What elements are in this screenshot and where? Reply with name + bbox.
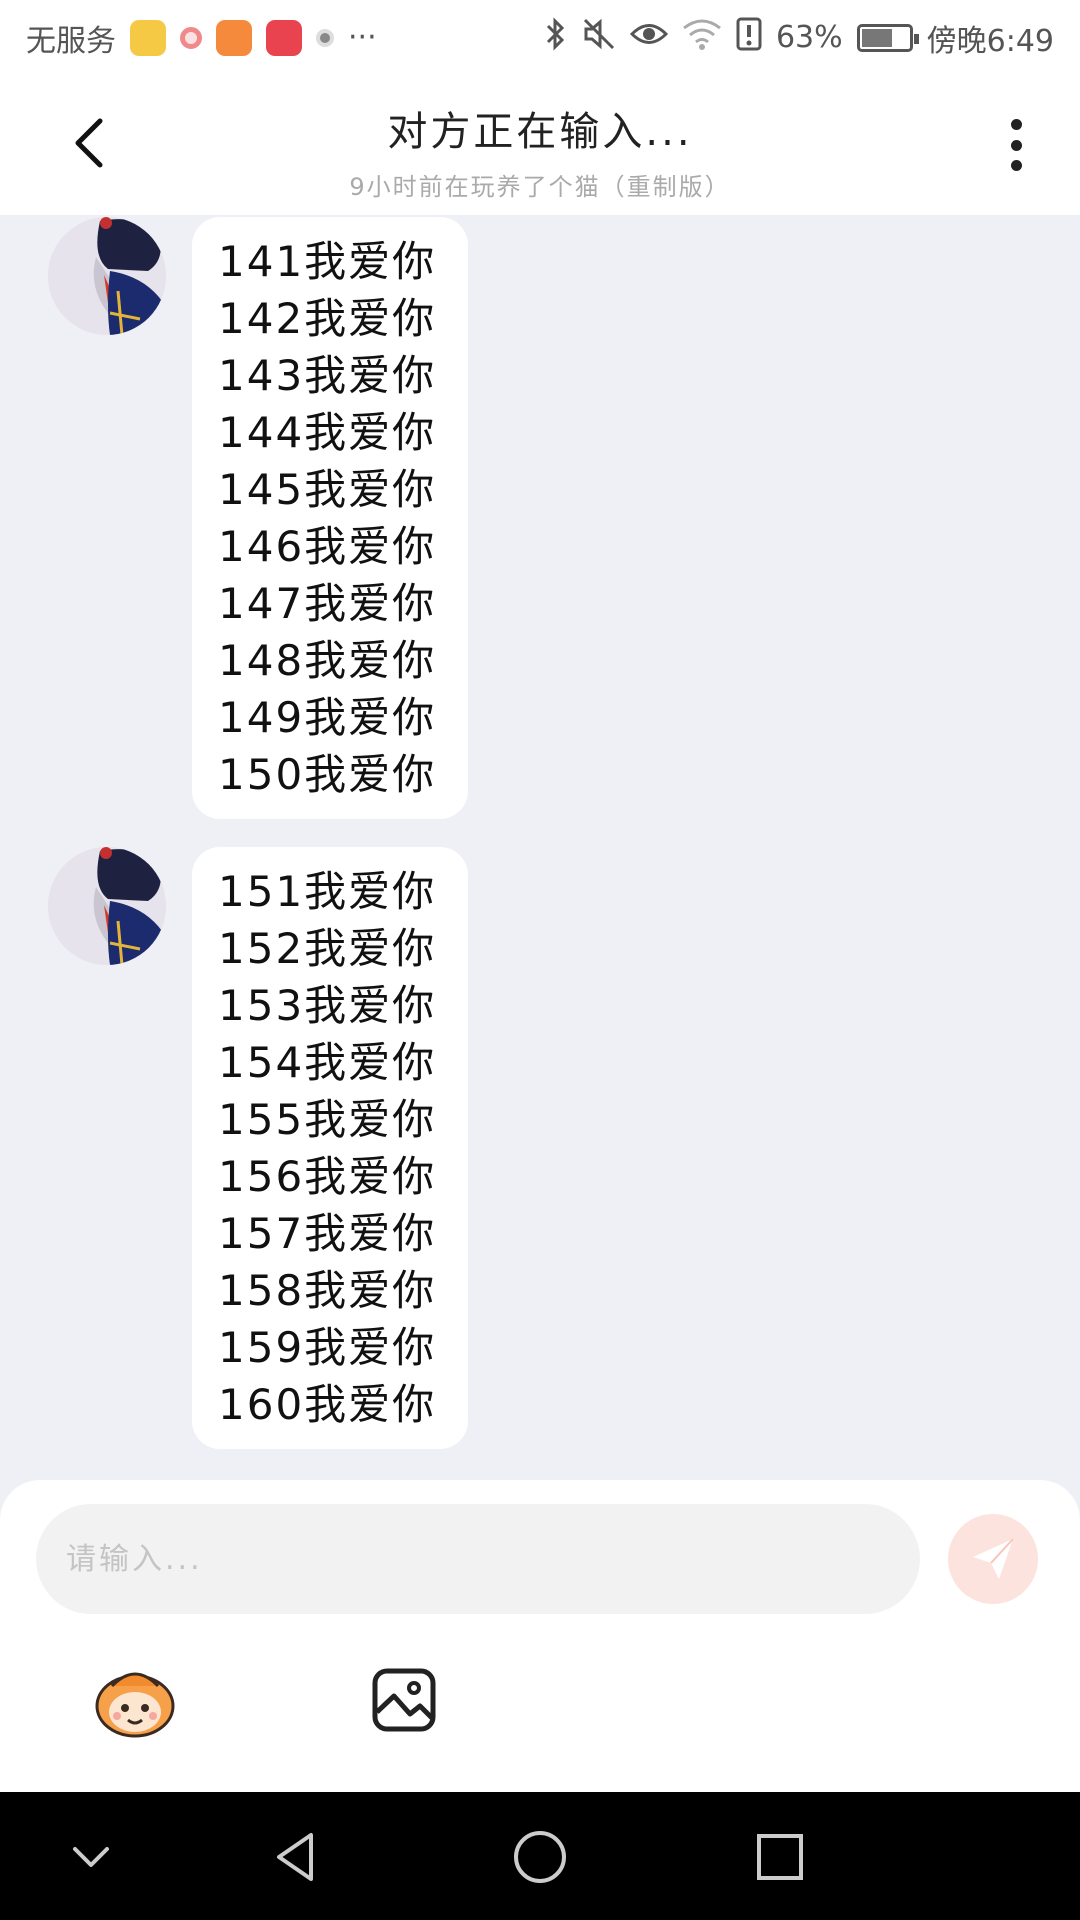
collapse-icon <box>73 1847 109 1867</box>
app-notification-icon <box>180 26 202 49</box>
emoji-icon <box>95 1672 175 1738</box>
message-line: 155我爱你 <box>218 1095 437 1144</box>
avatar[interactable] <box>48 847 166 965</box>
app-notification-icon <box>316 28 334 47</box>
carrier-text: 无服务 <box>26 23 116 59</box>
app-notification-icon <box>130 19 166 56</box>
message-line: 151我爱你 <box>218 867 437 916</box>
more-dot <box>1010 160 1022 171</box>
message-line: 150我爱你 <box>218 750 437 799</box>
message-line: 148我爱你 <box>218 636 437 685</box>
message-line: 146我爱你 <box>218 522 437 571</box>
bluetooth-icon <box>542 16 568 59</box>
message-line: 144我爱你 <box>218 408 437 457</box>
send-icon <box>973 1538 1014 1579</box>
message-bubble[interactable]: 151我爱你 152我爱你 153我爱你 154我爱你 155我爱你 156我爱… <box>192 847 468 1449</box>
message-line: 152我爱你 <box>218 924 437 973</box>
mute-icon <box>582 17 616 59</box>
alert-icon <box>736 17 762 59</box>
message-line: 159我爱你 <box>218 1323 437 1372</box>
send-button[interactable] <box>948 1514 1038 1604</box>
message-line: 160我爱你 <box>218 1380 437 1429</box>
back-button[interactable] <box>60 113 120 173</box>
character-avatar-icon <box>48 847 166 965</box>
huawei-app-icon <box>266 19 302 56</box>
message-line: 157我爱你 <box>218 1209 437 1258</box>
message-bubble[interactable]: 141我爱你 142我爱你 143我爱你 144我爱你 145我爱你 146我爱… <box>192 217 468 819</box>
more-dot <box>1010 119 1022 130</box>
clock: 傍晚6:49 <box>926 23 1054 59</box>
battery-percentage: 63% <box>775 20 843 55</box>
chat-header: 对方正在输入... 9小时前在玩养了个猫（重制版） <box>0 75 1080 215</box>
eye-icon <box>629 19 669 57</box>
composer <box>0 1480 1080 1792</box>
character-avatar-icon <box>48 217 166 335</box>
image-icon <box>372 1668 436 1732</box>
status-right: 63% 傍晚6:49 <box>542 16 1054 60</box>
message-line: 154我爱你 <box>218 1038 437 1087</box>
back-triangle-icon <box>277 1833 313 1881</box>
message-line: 149我爱你 <box>218 693 437 742</box>
title-block: 对方正在输入... 9小时前在玩养了个猫（重制版） <box>200 99 880 202</box>
nav-recents-button[interactable] <box>745 1822 815 1892</box>
avatar[interactable] <box>48 217 166 335</box>
system-nav-bar <box>0 1792 1080 1920</box>
more-dot <box>1010 139 1022 151</box>
wifi-icon <box>682 18 722 58</box>
image-button[interactable] <box>372 1668 436 1732</box>
emoji-button[interactable] <box>92 1662 178 1740</box>
home-circle-icon <box>514 1831 566 1883</box>
recents-square-icon <box>757 1834 803 1880</box>
nav-back-button[interactable] <box>264 1822 334 1892</box>
status-bar: 无服务 ··· 63% 傍晚6:49 <box>0 0 1080 75</box>
message-line: 143我爱你 <box>218 351 437 400</box>
collapse-button[interactable] <box>56 1822 126 1892</box>
contact-status: 9小时前在玩养了个猫（重制版） <box>349 173 731 201</box>
message-line: 153我爱你 <box>218 981 437 1030</box>
message-line: 158我爱你 <box>218 1266 437 1315</box>
nav-home-button[interactable] <box>505 1822 575 1892</box>
video-app-icon <box>216 19 252 56</box>
chevron-left-icon <box>75 118 103 168</box>
more-notifications-indicator: ··· <box>348 20 377 55</box>
message-input[interactable] <box>36 1504 920 1614</box>
message-line: 156我爱你 <box>218 1152 437 1201</box>
message-line: 147我爱你 <box>218 579 437 628</box>
page-title: 对方正在输入... <box>387 109 693 155</box>
message-list[interactable]: 141我爱你 142我爱你 143我爱你 144我爱你 145我爱你 146我爱… <box>0 215 1080 1480</box>
battery-icon <box>856 23 919 52</box>
more-options-button[interactable] <box>996 115 1036 175</box>
message-line: 142我爱你 <box>218 294 437 343</box>
status-left: 无服务 ··· <box>26 16 377 60</box>
message-line: 141我爱你 <box>218 237 437 286</box>
message-line: 145我爱你 <box>218 465 437 514</box>
